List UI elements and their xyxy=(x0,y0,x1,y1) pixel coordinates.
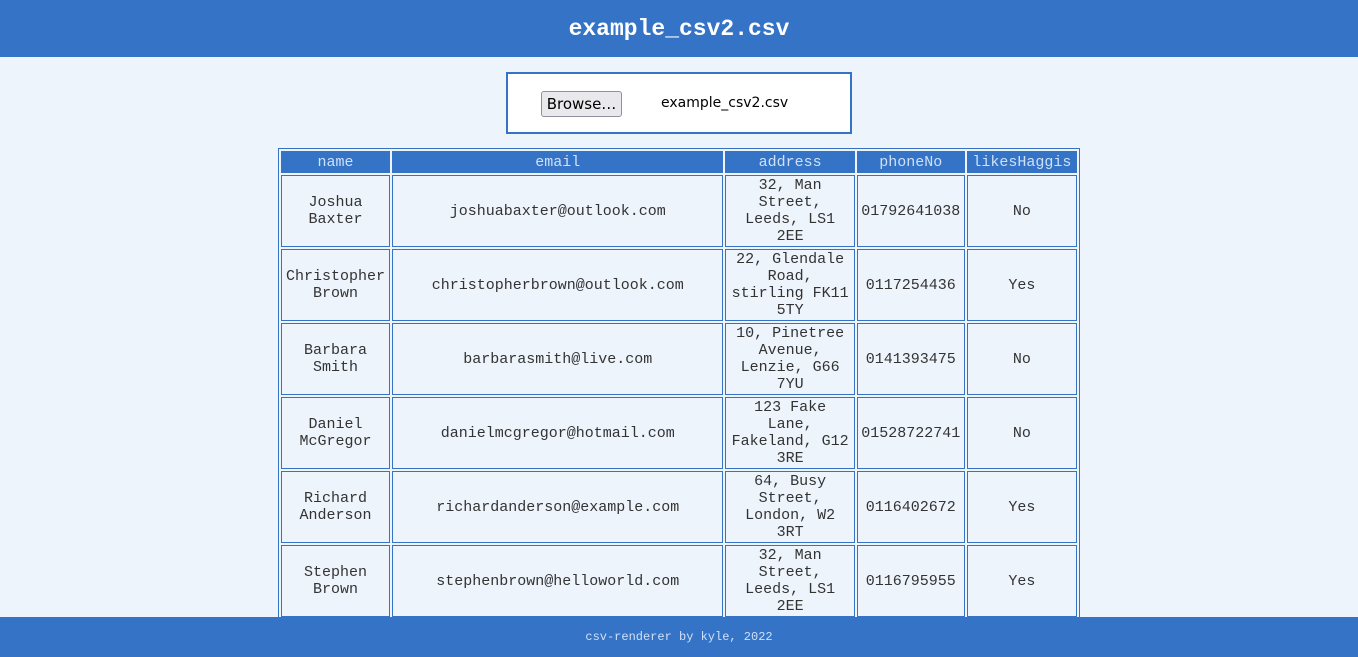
cell-address: 64, Busy Street, London, W2 3RT xyxy=(725,471,855,543)
csv-table: name email address phoneNo likesHaggis J… xyxy=(278,148,1080,617)
cell-phone: 01792641038 xyxy=(856,175,965,247)
page-title: example_csv2.csv xyxy=(568,15,790,42)
cell-address: 22, Glendale Road, stirling FK11 5TY xyxy=(725,249,855,321)
footer-credit: csv-renderer by kyle, 2022 xyxy=(585,630,773,644)
cell-email: barbarasmith@live.com xyxy=(392,323,724,395)
cell-address: 32, Man Street, Leeds, LS1 2EE xyxy=(725,545,855,617)
cell-likes-haggis: Yes xyxy=(966,471,1077,543)
cell-phone: 0141393475 xyxy=(856,323,965,395)
csv-table-container[interactable]: name email address phoneNo likesHaggis J… xyxy=(278,148,1080,617)
cell-name: Christopher Brown xyxy=(281,249,391,321)
table-row: Joshua Baxter joshuabaxter@outlook.com 3… xyxy=(281,175,1077,247)
cell-phone: 01528722741 xyxy=(856,397,965,469)
table-row: Barbara Smith barbarasmith@live.com 10, … xyxy=(281,323,1077,395)
column-header-email: email xyxy=(392,151,724,173)
cell-email: joshuabaxter@outlook.com xyxy=(392,175,724,247)
cell-likes-haggis: No xyxy=(966,397,1077,469)
cell-likes-haggis: No xyxy=(966,175,1077,247)
cell-email: richardanderson@example.com xyxy=(392,471,724,543)
table-header-row: name email address phoneNo likesHaggis xyxy=(281,151,1077,173)
cell-email: danielmcgregor@hotmail.com xyxy=(392,397,724,469)
cell-name: Daniel McGregor xyxy=(281,397,391,469)
cell-phone: 0117254436 xyxy=(856,249,965,321)
cell-likes-haggis: No xyxy=(966,323,1077,395)
file-upload-panel: Browse… example_csv2.csv xyxy=(506,72,852,134)
cell-likes-haggis: Yes xyxy=(966,545,1077,617)
cell-address: 32, Man Street, Leeds, LS1 2EE xyxy=(725,175,855,247)
app-footer: csv-renderer by kyle, 2022 xyxy=(0,617,1358,657)
table-row: Richard Anderson richardanderson@example… xyxy=(281,471,1077,543)
column-header-address: address xyxy=(725,151,855,173)
cell-name: Barbara Smith xyxy=(281,323,391,395)
browse-button[interactable]: Browse… xyxy=(541,91,622,117)
column-header-phoneNo: phoneNo xyxy=(856,151,965,173)
cell-name: Stephen Brown xyxy=(281,545,391,617)
column-header-likesHaggis: likesHaggis xyxy=(966,151,1077,173)
cell-name: Joshua Baxter xyxy=(281,175,391,247)
cell-email: christopherbrown@outlook.com xyxy=(392,249,724,321)
app-header: example_csv2.csv xyxy=(0,0,1358,57)
table-row: Stephen Brown stephenbrown@helloworld.co… xyxy=(281,545,1077,617)
cell-email: stephenbrown@helloworld.com xyxy=(392,545,724,617)
table-row: Christopher Brown christopherbrown@outlo… xyxy=(281,249,1077,321)
cell-phone: 0116402672 xyxy=(856,471,965,543)
table-row: Daniel McGregor danielmcgregor@hotmail.c… xyxy=(281,397,1077,469)
cell-name: Richard Anderson xyxy=(281,471,391,543)
cell-likes-haggis: Yes xyxy=(966,249,1077,321)
selected-file-name: example_csv2.csv xyxy=(661,95,789,111)
column-header-name: name xyxy=(281,151,391,173)
cell-address: 10, Pinetree Avenue, Lenzie, G66 7YU xyxy=(725,323,855,395)
cell-phone: 0116795955 xyxy=(856,545,965,617)
cell-address: 123 Fake Lane, Fakeland, G12 3RE xyxy=(725,397,855,469)
